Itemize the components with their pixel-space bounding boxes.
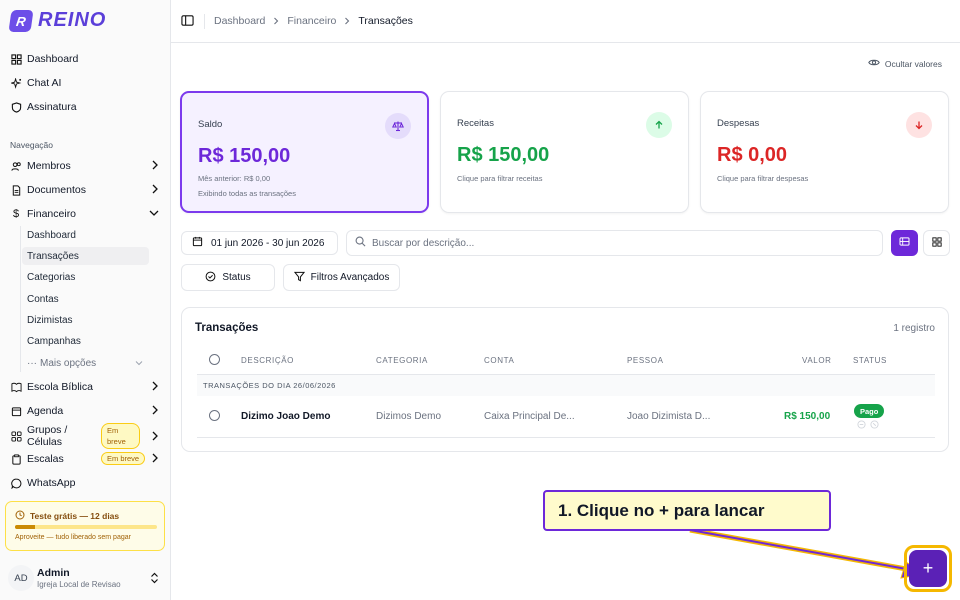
tutorial-tooltip: 1. Clique no + para lancar	[543, 490, 831, 531]
add-transaction-button[interactable]: +	[909, 550, 947, 587]
plus-icon: +	[922, 558, 934, 578]
